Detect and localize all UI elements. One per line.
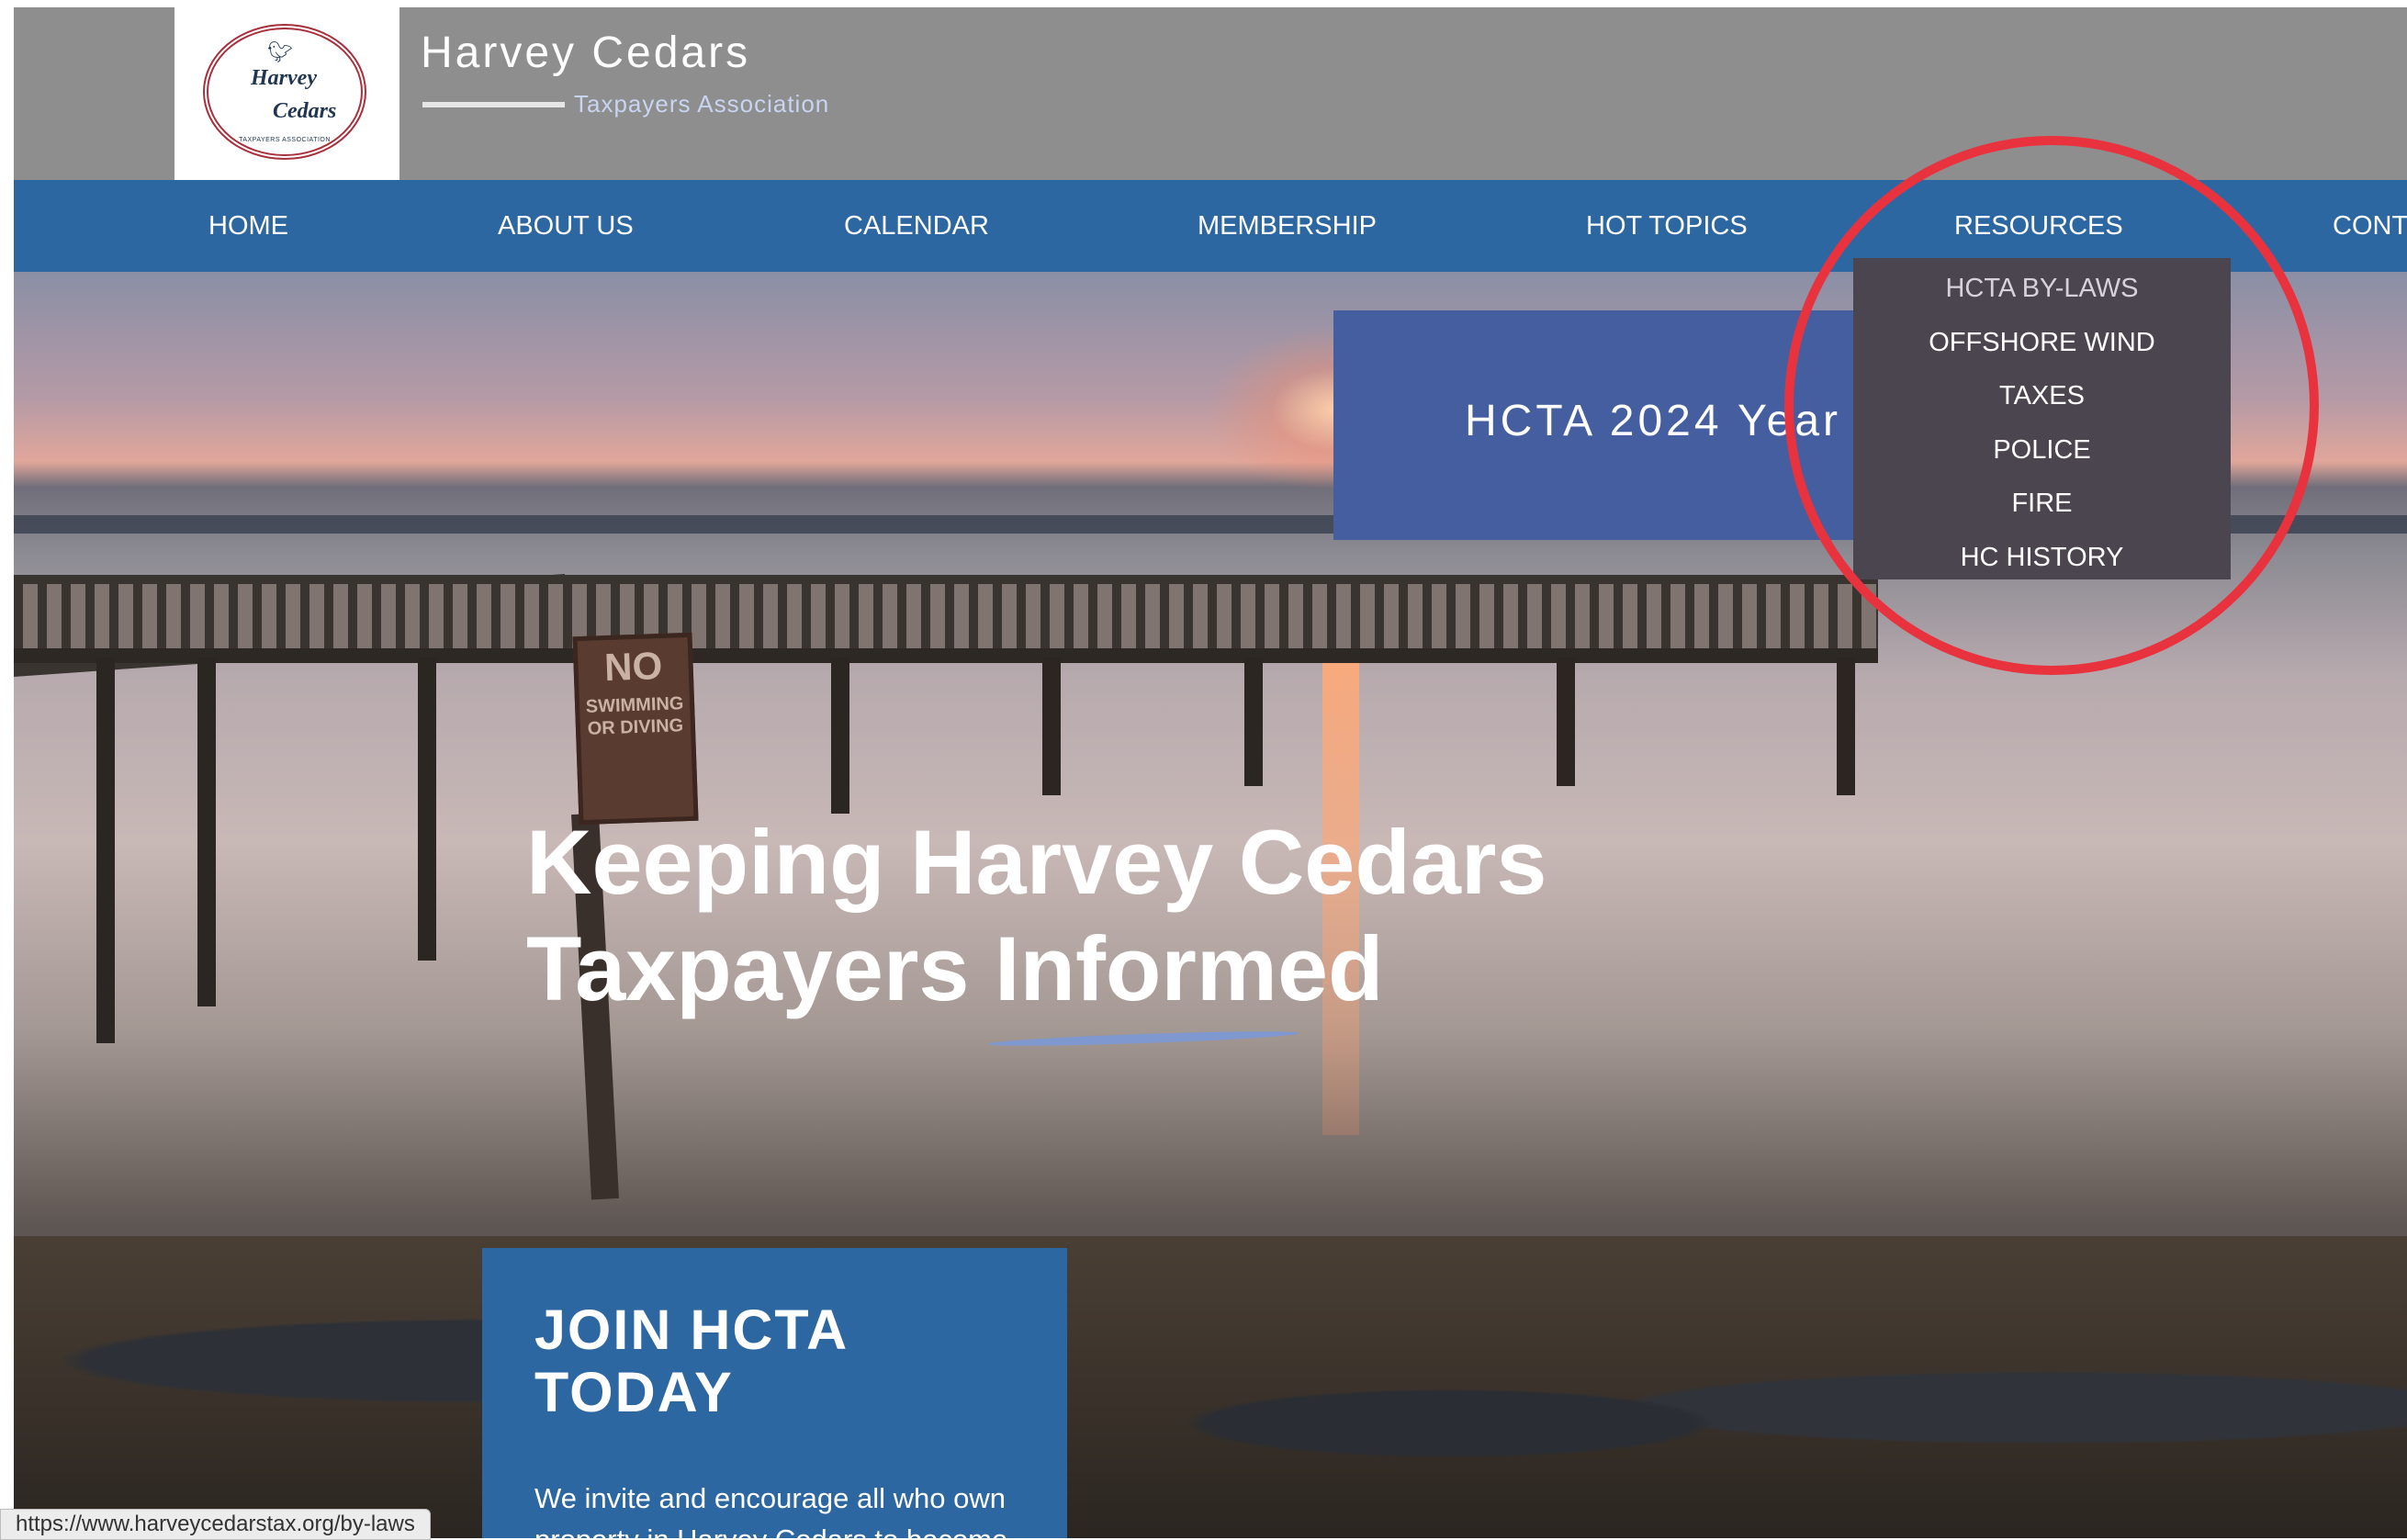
logo-word-cedars: Cedars bbox=[273, 99, 337, 123]
resources-dropdown-menu: HCTA BY-LAWS OFFSHORE WIND TAXES POLICE … bbox=[1853, 258, 2231, 579]
pier-post bbox=[1042, 658, 1061, 795]
nav-hot-topics[interactable]: HOT TOPICS bbox=[1586, 180, 1748, 272]
hero-headline-line1: Keeping Harvey Cedars bbox=[526, 811, 1547, 913]
nav-home[interactable]: HOME bbox=[208, 180, 288, 272]
logo-word-harvey: Harvey bbox=[251, 66, 317, 90]
sign-small-text: SWIMMING OR DIVING bbox=[585, 693, 684, 739]
pier-deck bbox=[14, 575, 1878, 663]
page: 🐦︎ Harvey Cedars TAXPAYERS ASSOCIATION H… bbox=[14, 7, 2407, 1538]
menu-item-hcta-by-laws[interactable]: HCTA BY-LAWS bbox=[1853, 274, 2231, 304]
headline-underline bbox=[986, 1029, 1300, 1049]
hero-headline: Keeping Harvey Cedars Taxpayers Informed bbox=[526, 809, 1547, 1022]
nav-about-us[interactable]: ABOUT US bbox=[498, 180, 634, 272]
pier-post bbox=[1837, 658, 1855, 795]
announcement-banner-text[interactable]: HCTA 2024 Year bbox=[1465, 396, 1841, 446]
nav-contact[interactable]: CONT bbox=[2333, 180, 2407, 272]
join-title: JOIN HCTA TODAY bbox=[534, 1298, 849, 1423]
no-swimming-sign: NO SWIMMING OR DIVING bbox=[572, 632, 699, 826]
site-header: 🐦︎ Harvey Cedars TAXPAYERS ASSOCIATION H… bbox=[14, 7, 2407, 180]
site-subtitle: Taxpayers Association bbox=[574, 90, 830, 118]
menu-item-offshore-wind[interactable]: OFFSHORE WIND bbox=[1853, 328, 2231, 358]
bird-icon: 🐦︎ bbox=[267, 40, 293, 63]
pier-post bbox=[197, 658, 216, 1006]
sign-no-text: NO bbox=[603, 643, 663, 690]
join-body-text: We invite and encourage all who own prop… bbox=[534, 1482, 1007, 1538]
title-divider bbox=[422, 102, 565, 107]
site-logo[interactable]: 🐦︎ Harvey Cedars TAXPAYERS ASSOCIATION bbox=[174, 7, 399, 180]
menu-item-fire[interactable]: FIRE bbox=[1853, 489, 2231, 519]
nav-calendar[interactable]: CALENDAR bbox=[844, 180, 989, 272]
nav-membership[interactable]: MEMBERSHIP bbox=[1198, 180, 1377, 272]
shoreline-rocks bbox=[14, 1236, 2407, 1538]
menu-item-police[interactable]: POLICE bbox=[1853, 435, 2231, 466]
menu-item-taxes[interactable]: TAXES bbox=[1853, 381, 2231, 411]
pier-post bbox=[1244, 658, 1263, 786]
pier-post bbox=[96, 658, 115, 1043]
pier-post bbox=[418, 658, 436, 961]
join-callout: JOIN HCTA TODAY We invite and encourage … bbox=[482, 1248, 1067, 1538]
menu-item-hc-history[interactable]: HC HISTORY bbox=[1853, 543, 2231, 573]
pier-post bbox=[831, 658, 849, 814]
hero-headline-line2: Taxpayers Informed bbox=[526, 917, 1384, 1019]
site-title[interactable]: Harvey Cedars bbox=[421, 28, 750, 78]
link-status-bar: https://www.harveycedarstax.org/by-laws bbox=[0, 1509, 431, 1540]
logo-emblem: 🐦︎ Harvey Cedars TAXPAYERS ASSOCIATION bbox=[203, 24, 366, 160]
logo-subtext: TAXPAYERS ASSOCIATION bbox=[239, 137, 331, 143]
pier-post bbox=[1557, 658, 1575, 786]
